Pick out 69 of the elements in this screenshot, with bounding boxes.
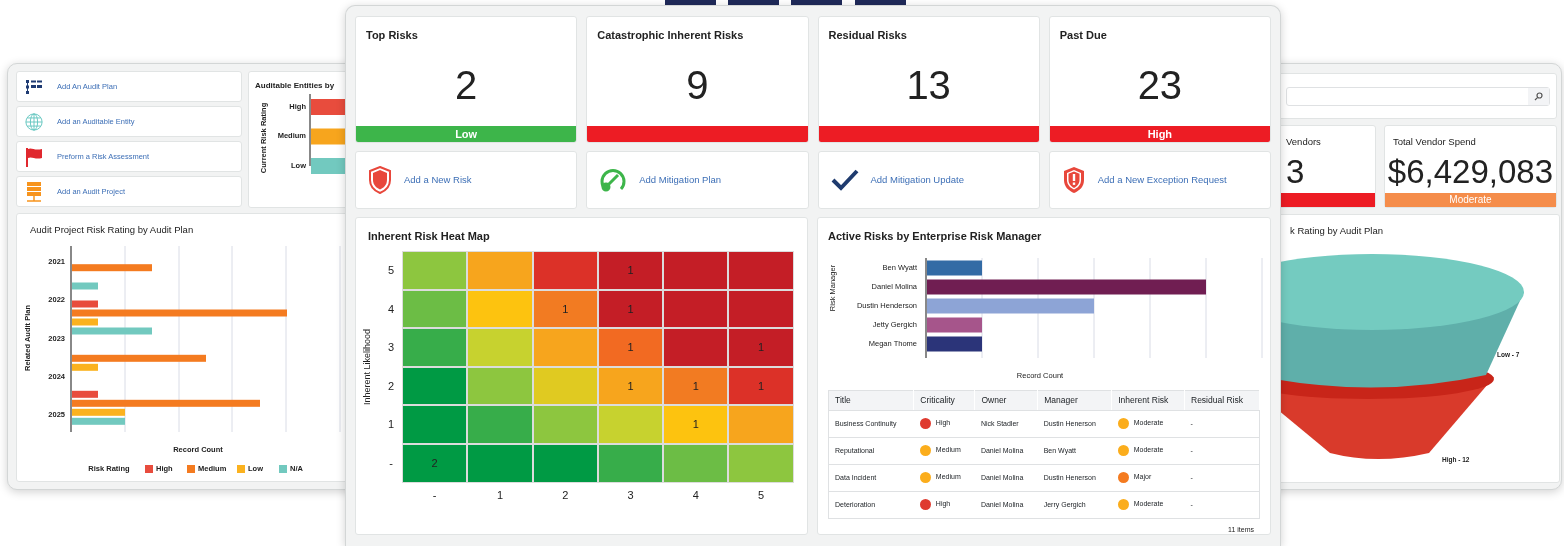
chart-title: Inherent Risk Heat Map xyxy=(367,229,491,244)
heat-cell: 1 xyxy=(597,328,664,367)
chart-title: Audit Project Risk Rating by Audit Plan xyxy=(30,223,194,235)
globe-icon xyxy=(25,111,43,132)
search-field[interactable] xyxy=(1286,86,1550,106)
column-header[interactable]: Owner xyxy=(974,390,1038,411)
kpi-value: 9 xyxy=(686,64,709,105)
kpi-title: Residual Risks xyxy=(827,28,908,43)
axis-label: - xyxy=(389,456,393,471)
axis-label: 2 xyxy=(562,488,569,504)
flag-icon xyxy=(25,146,43,167)
column-header[interactable]: Title xyxy=(828,390,914,411)
tab-block xyxy=(665,0,716,5)
tab-block xyxy=(855,0,906,5)
list-icon xyxy=(25,78,43,95)
server-icon xyxy=(25,180,43,203)
kpi-value: 2 xyxy=(455,64,478,105)
axis-label: 5 xyxy=(758,488,765,504)
gauge-icon xyxy=(599,166,628,194)
shield-alert-icon xyxy=(1061,166,1086,194)
heat-cell: 1 xyxy=(597,366,664,406)
heat-cell: 1 xyxy=(597,251,664,290)
kpi-title: Catastrophic Inherent Risks xyxy=(596,28,745,43)
column-header[interactable]: Inherent Risk xyxy=(1111,390,1185,411)
heat-cell: 1 xyxy=(597,289,664,329)
heat-cell: 2 xyxy=(402,443,468,483)
kpi-title: Past Due xyxy=(1058,28,1108,43)
chart-title: k Rating by Audit Plan xyxy=(1290,224,1383,236)
heat-cell: 1 xyxy=(728,366,794,406)
heat-cell: 1 xyxy=(663,366,729,406)
heat-cell: 1 xyxy=(728,328,794,367)
heat-cell: 1 xyxy=(532,289,598,329)
tab-block xyxy=(728,0,779,5)
status-bar: Moderate xyxy=(1384,193,1556,207)
action-item[interactable]: Add a New Risk xyxy=(355,151,578,209)
axis-label: 3 xyxy=(627,488,634,504)
action-item[interactable]: Add a New Exception Request xyxy=(1048,151,1271,209)
axis-label: 4 xyxy=(692,488,699,504)
tab-block xyxy=(791,0,842,5)
status-bar: Low xyxy=(356,126,577,142)
axis-label: 3 xyxy=(387,340,395,356)
heat-cell: 1 xyxy=(663,405,729,444)
kpi-value: 3 xyxy=(1286,154,1305,188)
action-item[interactable]: Add Mitigation Update xyxy=(817,151,1040,209)
chart-title: Active Risks by Enterprise Risk Manager xyxy=(827,229,1043,244)
chart-title: Auditable Entities by xyxy=(255,81,335,91)
axis-label: 1 xyxy=(387,417,395,433)
kpi-value: $6,429,083 xyxy=(1387,154,1553,188)
action-item[interactable]: Add Mitigation Plan xyxy=(586,151,809,209)
axis-label: 2 xyxy=(387,378,395,394)
search-button[interactable] xyxy=(1528,87,1549,105)
axis-label: 4 xyxy=(387,301,395,317)
axis-label: - xyxy=(432,488,437,504)
axis-label: 5 xyxy=(387,263,395,279)
shield-icon xyxy=(368,166,392,194)
kpi-value: 13 xyxy=(906,64,951,105)
column-header[interactable]: Residual Risk xyxy=(1184,390,1260,411)
axis-title: Inherent Likelihood xyxy=(361,328,374,405)
kpi-title: Vendors xyxy=(1285,135,1322,149)
column-header[interactable]: Criticality xyxy=(913,390,975,411)
kpi-title: Top Risks xyxy=(365,28,419,43)
axis-label: 1 xyxy=(496,488,503,504)
search-icon[interactable] xyxy=(1534,91,1543,101)
kpi-value: 23 xyxy=(1137,64,1183,105)
status-bar: High xyxy=(1049,126,1270,142)
chart-bar xyxy=(71,282,98,290)
check-icon xyxy=(830,169,859,191)
column-header[interactable]: Manager xyxy=(1037,390,1112,411)
kpi-title: Total Vendor Spend xyxy=(1391,135,1477,149)
